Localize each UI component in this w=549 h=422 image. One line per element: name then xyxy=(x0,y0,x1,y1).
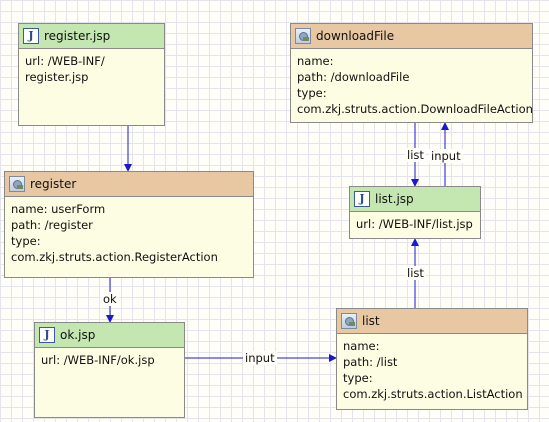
node-body: name: userForm path: /register type: com… xyxy=(11,202,218,264)
node-list-jsp[interactable]: J list.jsp url: /WEB-INF/list.jsp xyxy=(349,186,481,239)
jsp-file-icon: J xyxy=(354,191,370,207)
node-body: name: path: /list type: com.zkj.struts.a… xyxy=(343,339,523,401)
node-list-action[interactable]: list name: path: /list type: com.zkj.str… xyxy=(336,308,528,410)
node-title: list xyxy=(362,314,380,328)
node-title: ok.jsp xyxy=(60,328,96,342)
node-header: downloadFile xyxy=(291,24,532,49)
node-register-action[interactable]: register name: userForm path: /register … xyxy=(4,171,254,278)
node-title: register.jsp xyxy=(44,29,111,43)
edge-label-input-list-jsp-to-download: input xyxy=(429,149,463,163)
node-title: list.jsp xyxy=(375,192,414,206)
node-title: downloadFile xyxy=(316,29,395,43)
edge-label-input-ok-to-list: input xyxy=(243,351,277,365)
node-ok-jsp[interactable]: J ok.jsp url: /WEB-INF/ok.jsp xyxy=(34,322,185,418)
node-header: J list.jsp xyxy=(350,187,480,212)
struts-action-icon xyxy=(9,176,25,192)
node-title: register xyxy=(30,177,77,191)
node-register-jsp[interactable]: J register.jsp url: /WEB-INF/ register.j… xyxy=(18,23,165,126)
node-download-file-action[interactable]: downloadFile name: path: /downloadFile t… xyxy=(290,23,533,123)
struts-action-icon xyxy=(295,28,311,44)
edge-label-list-to-list-jsp: list xyxy=(405,266,426,280)
node-body: url: /WEB-INF/ register.jsp xyxy=(25,54,105,84)
node-header: register xyxy=(5,172,253,197)
jsp-file-icon: J xyxy=(39,327,55,343)
node-body: name: path: /downloadFile type: com.zkj.… xyxy=(297,54,533,116)
node-body: url: /WEB-INF/ok.jsp xyxy=(41,353,155,367)
node-header: J register.jsp xyxy=(19,24,164,49)
node-header: J ok.jsp xyxy=(35,323,184,348)
node-body: url: /WEB-INF/list.jsp xyxy=(356,217,473,231)
node-header: list xyxy=(337,309,527,334)
edge-label-ok: ok xyxy=(101,292,119,306)
struts-action-icon xyxy=(341,313,357,329)
edge-label-list-download-to-list-jsp: list xyxy=(405,148,426,162)
jsp-file-icon: J xyxy=(23,28,39,44)
